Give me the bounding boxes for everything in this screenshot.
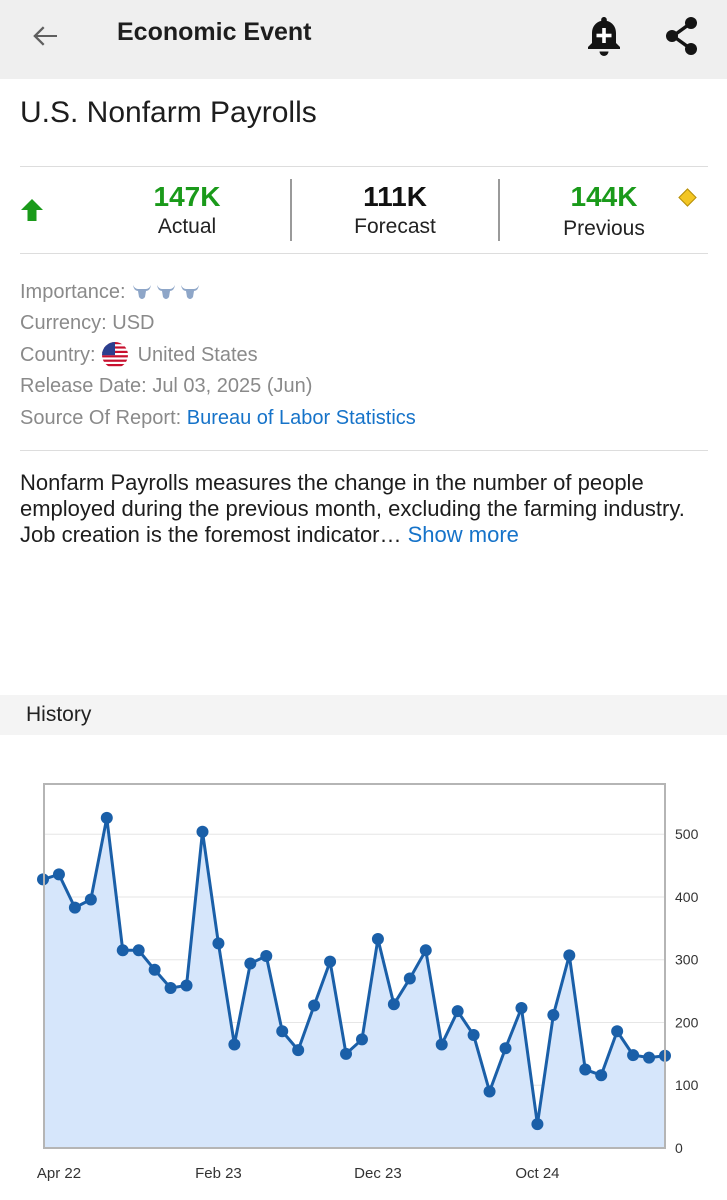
source-row: Source Of Report: Bureau of Labor Statis… <box>20 402 416 434</box>
data-point <box>180 979 193 992</box>
y-tick-label: 100 <box>675 1077 699 1093</box>
y-tick-label: 0 <box>675 1140 683 1156</box>
bull-icon <box>132 284 151 299</box>
y-tick-label: 300 <box>675 952 699 968</box>
divider <box>20 450 708 451</box>
country-value: United States <box>137 343 258 366</box>
bull-icon <box>180 284 199 299</box>
divider <box>20 253 708 254</box>
data-point <box>68 901 81 914</box>
importance-label: Importance: <box>20 280 126 303</box>
y-tick-label: 200 <box>675 1014 699 1030</box>
previous-value: 144K <box>570 181 638 212</box>
metric-separator <box>290 179 292 241</box>
source-label: Source Of Report: <box>20 406 182 429</box>
data-point <box>52 868 65 881</box>
data-point <box>228 1038 241 1051</box>
x-tick-label: Dec 23 <box>354 1165 402 1182</box>
data-point <box>611 1025 624 1038</box>
data-point <box>579 1063 592 1076</box>
data-point <box>196 825 209 838</box>
description-text: Nonfarm Payrolls measures the change in … <box>20 470 685 547</box>
history-header: History <box>0 695 727 735</box>
data-point <box>627 1049 640 1062</box>
data-point <box>435 1038 448 1051</box>
currency-label: Currency: <box>20 312 107 335</box>
importance-rating <box>132 283 200 301</box>
forecast-label: Forecast <box>354 215 436 238</box>
x-tick-label: Apr 22 <box>37 1165 81 1182</box>
bull-icon <box>156 284 175 299</box>
data-point <box>212 937 225 950</box>
share-icon <box>666 17 697 55</box>
history-chart[interactable]: 0 100 200 300 400 500 Apr 22 Feb 23 Dec 23 Oct 24 <box>0 740 727 1200</box>
data-point <box>260 949 273 962</box>
page-title: Economic Event <box>117 18 312 46</box>
data-point <box>467 1029 480 1042</box>
data-point <box>132 944 145 957</box>
data-point <box>355 1033 368 1046</box>
divider <box>20 166 708 167</box>
data-point <box>340 1047 353 1060</box>
release-date-value: Jul 03, 2025 (Jun) <box>152 375 313 398</box>
release-date-row: Release Date: Jul 03, 2025 (Jun) <box>20 371 416 403</box>
previous-metric[interactable]: 144K Previous <box>504 181 704 241</box>
arrow-up-icon <box>21 199 43 221</box>
data-point <box>595 1069 608 1082</box>
country-row: Country: United States <box>20 339 416 371</box>
release-date-label: Release Date: <box>20 375 147 398</box>
data-point <box>547 1008 560 1021</box>
data-point <box>403 972 416 985</box>
data-point <box>100 811 113 824</box>
share-button[interactable] <box>660 14 704 58</box>
history-title: History <box>26 703 92 726</box>
event-details: Importance: Currency: USD Country: Unite… <box>20 276 416 434</box>
data-point <box>643 1051 656 1064</box>
arrow-left-icon <box>33 26 57 46</box>
app-bar: Economic Event <box>0 0 727 79</box>
y-tick-label: 400 <box>675 889 699 905</box>
data-point <box>531 1118 544 1131</box>
data-point <box>324 955 337 968</box>
add-alert-button[interactable] <box>582 12 626 60</box>
bell-plus-icon <box>588 17 620 56</box>
show-more-link[interactable]: Show more <box>408 522 519 547</box>
event-description: Nonfarm Payrolls measures the change in … <box>20 470 710 548</box>
data-point <box>84 893 97 906</box>
data-point <box>292 1044 305 1057</box>
data-point <box>148 963 161 976</box>
y-tick-label: 500 <box>675 826 699 842</box>
currency-row: Currency: USD <box>20 308 416 340</box>
forecast-metric: 111K Forecast <box>295 181 495 239</box>
back-button[interactable] <box>26 16 66 56</box>
previous-label: Previous <box>563 217 645 240</box>
metric-separator <box>498 179 500 241</box>
event-title: U.S. Nonfarm Payrolls <box>20 96 317 129</box>
country-label: Country: <box>20 343 96 366</box>
x-tick-label: Oct 24 <box>515 1165 559 1182</box>
source-link[interactable]: Bureau of Labor Statistics <box>187 406 416 430</box>
actual-value: 147K <box>153 181 221 212</box>
data-point <box>515 1002 528 1015</box>
actual-metric: 147K Actual <box>87 181 287 239</box>
data-point <box>387 998 400 1011</box>
us-flag-icon <box>101 341 128 368</box>
data-point <box>276 1025 289 1038</box>
data-point <box>244 957 257 970</box>
importance-row: Importance: <box>20 276 416 308</box>
actual-label: Actual <box>157 215 217 238</box>
data-point <box>308 999 321 1012</box>
data-point <box>116 944 129 957</box>
currency-value: USD <box>112 312 155 335</box>
data-point <box>563 949 576 962</box>
data-point <box>483 1085 496 1098</box>
data-point <box>499 1042 512 1055</box>
data-point <box>371 933 384 946</box>
forecast-value: 111K <box>363 181 427 212</box>
data-point <box>419 944 432 957</box>
data-point <box>451 1005 464 1018</box>
trend-indicator <box>20 198 44 222</box>
data-point <box>164 981 177 994</box>
x-tick-label: Feb 23 <box>195 1165 242 1182</box>
